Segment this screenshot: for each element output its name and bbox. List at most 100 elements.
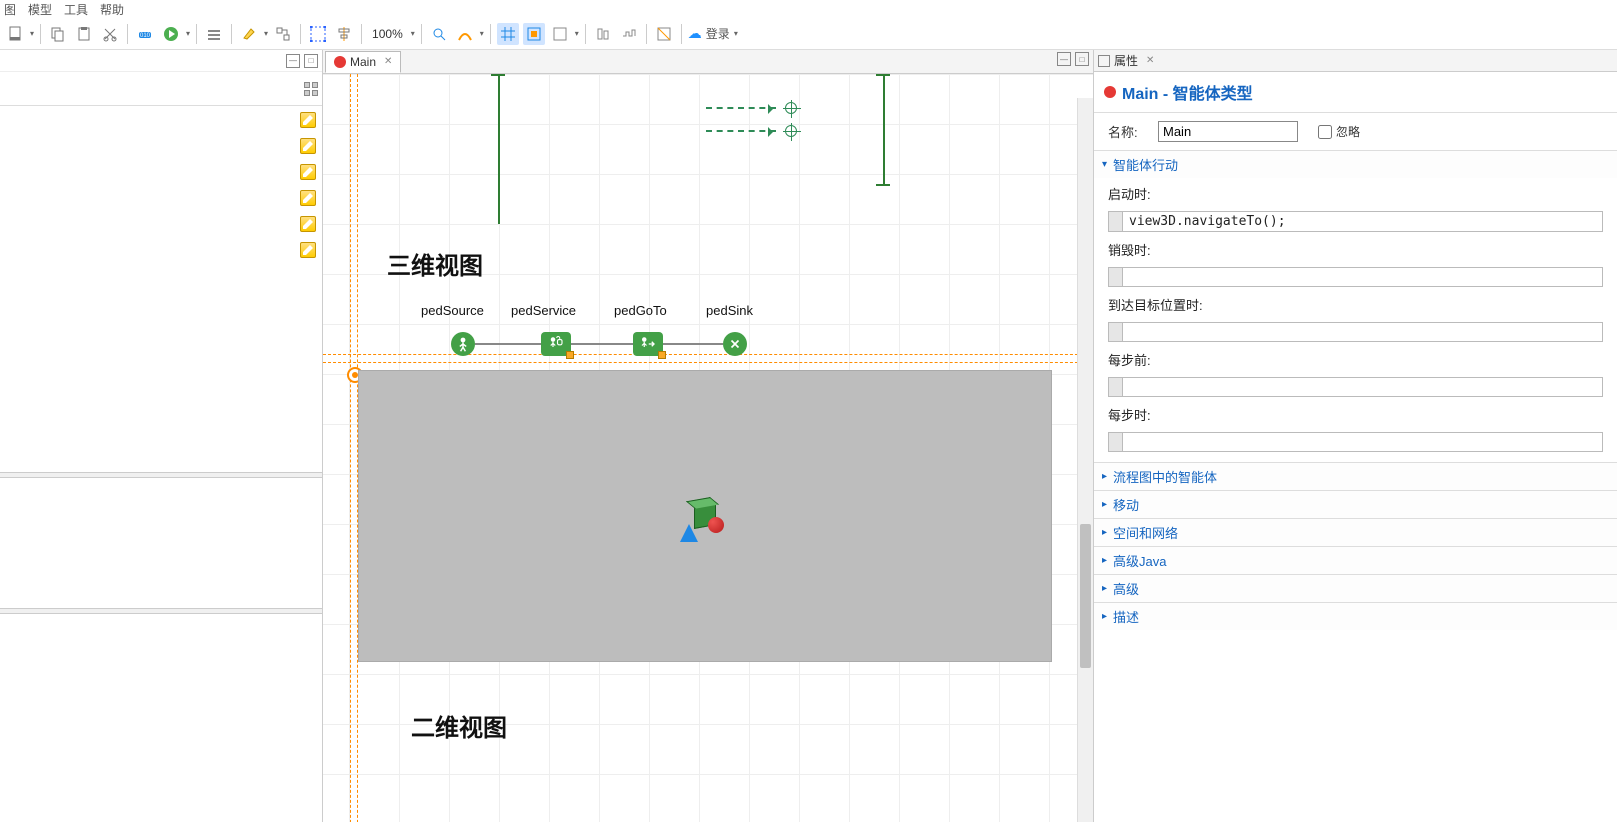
align-button[interactable]	[333, 23, 355, 45]
dropdown-caret-icon[interactable]: ▾	[480, 29, 484, 38]
project-tree-item[interactable]	[6, 162, 316, 182]
on-arrival-field[interactable]	[1122, 322, 1603, 342]
toolbar-button[interactable]	[592, 23, 614, 45]
before-step-field[interactable]	[1122, 377, 1603, 397]
maximize-button[interactable]: □	[304, 54, 318, 68]
on-step-field[interactable]	[1122, 432, 1603, 452]
warning-icon	[658, 351, 666, 359]
menu-item[interactable]: 图	[4, 1, 16, 18]
run-button[interactable]	[160, 23, 182, 45]
menu-item[interactable]: 帮助	[100, 1, 124, 18]
select-all-button[interactable]	[307, 23, 329, 45]
toolbar-button[interactable]	[549, 23, 571, 45]
project-tree-item[interactable]	[6, 240, 316, 260]
section-label: 流程图中的智能体	[1113, 467, 1217, 486]
view3d-shapes-icon	[694, 505, 716, 527]
name-input[interactable]	[1158, 121, 1298, 142]
edit-icon	[300, 190, 316, 206]
edit-icon	[300, 138, 316, 154]
toolbar-button[interactable]	[618, 23, 640, 45]
project-tree-item[interactable]	[6, 136, 316, 156]
target-icon	[785, 125, 797, 137]
project-tree-item[interactable]	[6, 110, 316, 130]
field-label: 到达目标位置时:	[1108, 295, 1603, 314]
measure-button[interactable]	[454, 23, 476, 45]
dropdown-caret-icon[interactable]: ▾	[186, 29, 190, 38]
heading-3d-view: 三维视图	[387, 246, 483, 281]
dropdown-caret-icon[interactable]: ▾	[575, 29, 579, 38]
section-description[interactable]: ▸描述	[1094, 603, 1617, 630]
edit-icon	[300, 112, 316, 128]
caret-right-icon: ▸	[1102, 527, 1107, 538]
toolbar-button[interactable]	[4, 23, 26, 45]
tab-label: Main	[350, 55, 376, 69]
code-handle[interactable]	[1108, 432, 1122, 452]
caret-right-icon: ▸	[1102, 583, 1107, 594]
ignore-checkbox[interactable]	[1318, 125, 1332, 139]
project-tree-item[interactable]	[6, 214, 316, 234]
properties-title: Main - 智能体类型	[1122, 80, 1253, 104]
vertical-scrollbar[interactable]	[1077, 98, 1093, 822]
view3d-window[interactable]	[358, 370, 1052, 662]
project-tree-item[interactable]	[6, 188, 316, 208]
grid-toggle-button[interactable]	[497, 23, 519, 45]
toolbar-button[interactable]	[653, 23, 675, 45]
caret-right-icon: ▸	[1102, 471, 1107, 482]
dropdown-caret-icon[interactable]: ▾	[411, 29, 415, 38]
ped-source-block[interactable]	[451, 332, 475, 356]
section-agent-actions[interactable]: ▾ 智能体行动	[1094, 151, 1617, 178]
code-handle[interactable]	[1108, 377, 1122, 397]
build-button[interactable]: 010	[134, 23, 156, 45]
section-advanced-java[interactable]: ▸高级Java	[1094, 547, 1617, 574]
apps-icon[interactable]	[304, 82, 318, 96]
paste-button[interactable]	[73, 23, 95, 45]
section-advanced[interactable]: ▸ 高级	[1094, 575, 1617, 602]
minimize-button[interactable]: —	[1057, 52, 1071, 66]
section-movement[interactable]: ▸移动	[1094, 491, 1617, 518]
section-space-network[interactable]: ▸空间和网络	[1094, 519, 1617, 546]
snap-toggle-button[interactable]	[523, 23, 545, 45]
field-label: 销毁时:	[1108, 240, 1603, 259]
dropdown-caret-icon[interactable]: ▾	[30, 29, 34, 38]
on-destroy-field[interactable]	[1122, 267, 1603, 287]
section-agents-in-flowchart[interactable]: ▸ 流程图中的智能体	[1094, 463, 1617, 490]
maximize-button[interactable]: □	[1075, 52, 1089, 66]
ped-goto-block[interactable]	[633, 332, 663, 356]
toolbar-button[interactable]	[203, 23, 225, 45]
agent-type-icon	[334, 56, 346, 68]
on-startup-field[interactable]: view3D.navigateTo();	[1122, 211, 1603, 232]
agent-type-icon	[1104, 86, 1116, 98]
_service-block[interactable]	[541, 332, 571, 356]
section-label: 高级	[1113, 579, 1139, 598]
minimize-button[interactable]: —	[286, 54, 300, 68]
highlight-button[interactable]	[238, 23, 260, 45]
code-handle[interactable]	[1108, 267, 1122, 287]
code-handle[interactable]	[1108, 322, 1122, 342]
menu-item[interactable]: 工具	[64, 1, 88, 18]
heading-2d-view: 二维视图	[411, 708, 507, 743]
zoom-level[interactable]: 100%	[368, 27, 407, 41]
code-handle[interactable]	[1108, 211, 1122, 232]
editor-tab-main[interactable]: Main ✕	[325, 51, 401, 73]
edit-icon	[300, 216, 316, 232]
close-icon[interactable]: ✕	[384, 56, 392, 67]
toolbar-button[interactable]	[272, 23, 294, 45]
warning-icon	[566, 351, 574, 359]
dropdown-caret-icon[interactable]: ▾	[264, 29, 268, 38]
cut-button[interactable]	[99, 23, 121, 45]
main-toolbar: ▾ 010 ▾ ▾ 100% ▾ ▾ ▾ ☁ 登录 ▾	[0, 18, 1617, 50]
section-label: 移动	[1113, 495, 1139, 514]
login-button[interactable]: ☁ 登录 ▾	[688, 25, 738, 42]
properties-tab[interactable]: 属性 ✕	[1094, 50, 1617, 72]
section-label: 描述	[1113, 607, 1139, 626]
section-label: 智能体行动	[1113, 155, 1178, 174]
ped-sink-block[interactable]	[723, 332, 747, 356]
copy-button[interactable]	[47, 23, 69, 45]
close-icon[interactable]: ✕	[1146, 55, 1154, 66]
svg-text:010: 010	[140, 33, 151, 39]
search-button[interactable]	[428, 23, 450, 45]
name-label: 名称:	[1108, 122, 1148, 141]
block-label: pedService	[511, 303, 576, 318]
canvas[interactable]: 三维视图 二维视图 pedSource pedService pedGoTo	[323, 74, 1093, 822]
menu-item[interactable]: 模型	[28, 1, 52, 18]
